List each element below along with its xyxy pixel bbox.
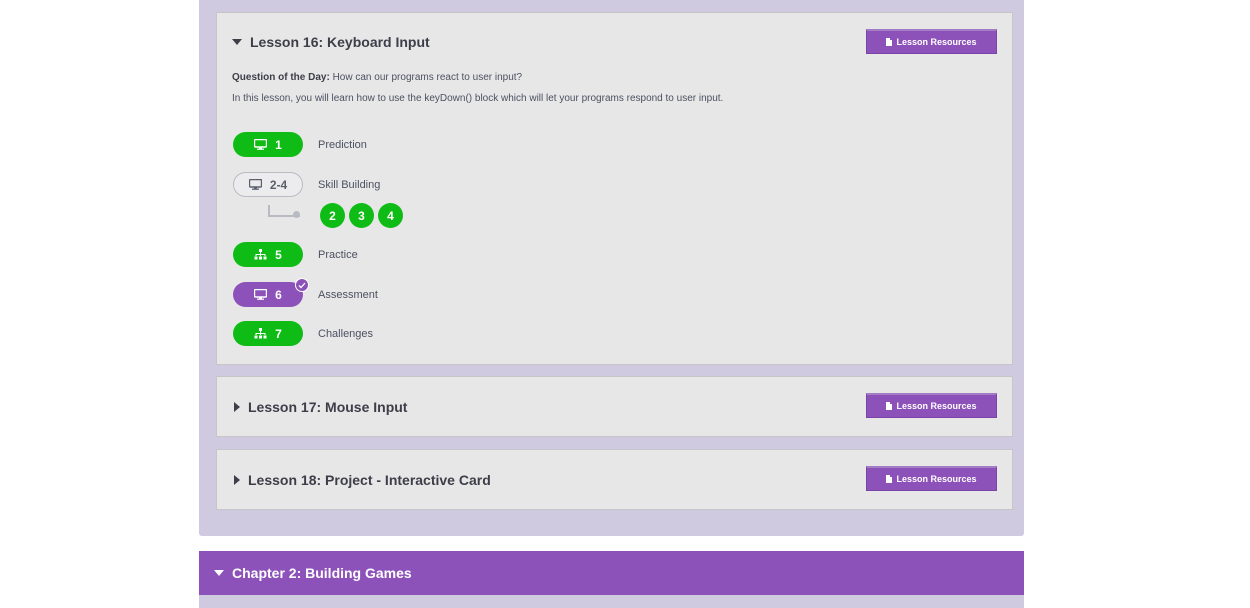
- qotd-label: Question of the Day:: [232, 72, 330, 83]
- lesson-17-title: Lesson 17: Mouse Input: [248, 399, 408, 415]
- document-icon: [886, 402, 893, 410]
- level-bubble-7[interactable]: 7: [233, 321, 303, 346]
- lesson-17-card: Lesson 17: Mouse Input Lesson Resources: [216, 376, 1013, 437]
- computer-icon: [254, 289, 268, 300]
- lesson-18-title: Lesson 18: Project - Interactive Card: [248, 472, 491, 488]
- hierarchy-icon: [254, 328, 267, 339]
- level-row-6: 6 Assessment: [233, 278, 378, 307]
- level-row-2-4: 2-4 Skill Building: [233, 172, 380, 197]
- level-group-bubble[interactable]: 2-4: [233, 172, 303, 197]
- lesson-18-resources-button[interactable]: Lesson Resources: [866, 466, 997, 491]
- level-bubble-5[interactable]: 5: [233, 242, 303, 267]
- lesson-16-header[interactable]: Lesson 16: Keyboard Input: [232, 34, 430, 50]
- lesson-17-header[interactable]: Lesson 17: Mouse Input: [232, 399, 407, 415]
- check-icon: [295, 278, 309, 292]
- document-icon: [886, 475, 893, 483]
- sublevel-bubbles: 2 3 4: [320, 203, 403, 228]
- level-name[interactable]: Practice: [318, 249, 358, 261]
- level-name[interactable]: Skill Building: [318, 179, 380, 191]
- level-name[interactable]: Challenges: [318, 328, 373, 340]
- level-row-5: 5 Practice: [233, 242, 358, 267]
- level-number: 1: [275, 137, 282, 152]
- lesson-resources-label: Lesson Resources: [896, 37, 977, 47]
- caret-right-icon: [234, 475, 240, 485]
- sublevel-bubble-3[interactable]: 3: [349, 203, 374, 228]
- level-row-1: 1 Prediction: [233, 132, 367, 157]
- level-bubble-6[interactable]: 6: [233, 278, 309, 307]
- chapter-1-panel: Lesson 16: Keyboard Input Lesson Resourc…: [199, 0, 1024, 536]
- chapter-2-title: Chapter 2: Building Games: [232, 565, 412, 581]
- computer-icon: [254, 139, 268, 150]
- level-number: 6: [275, 287, 282, 302]
- lesson-16-resources-button[interactable]: Lesson Resources: [866, 29, 997, 54]
- level-name[interactable]: Assessment: [318, 289, 378, 301]
- lesson-16-card: Lesson 16: Keyboard Input Lesson Resourc…: [216, 12, 1013, 365]
- sublevel-bubble-2[interactable]: 2: [320, 203, 345, 228]
- document-icon: [886, 38, 893, 46]
- computer-icon: [248, 179, 262, 190]
- chapter-2-panel: [199, 595, 1024, 608]
- lesson-resources-label: Lesson Resources: [896, 474, 977, 484]
- level-bubble-1[interactable]: 1: [233, 132, 303, 157]
- lesson-16-title: Lesson 16: Keyboard Input: [250, 34, 430, 50]
- sublevel-bubble-4[interactable]: 4: [378, 203, 403, 228]
- lesson-resources-label: Lesson Resources: [896, 401, 977, 411]
- question-of-the-day: Question of the Day: How can our program…: [232, 72, 522, 83]
- lesson-18-card: Lesson 18: Project - Interactive Card Le…: [216, 449, 1013, 510]
- lesson-description: In this lesson, you will learn how to us…: [232, 93, 724, 104]
- lesson-17-resources-button[interactable]: Lesson Resources: [866, 393, 997, 418]
- caret-down-icon: [214, 570, 224, 576]
- level-name[interactable]: Prediction: [318, 139, 367, 151]
- chapter-2-header[interactable]: Chapter 2: Building Games: [199, 551, 1024, 595]
- level-number: 7: [275, 326, 282, 341]
- level-number: 2-4: [269, 177, 288, 192]
- level-number: 5: [275, 247, 282, 262]
- level-row-7: 7 Challenges: [233, 321, 373, 346]
- hierarchy-icon: [254, 249, 267, 260]
- lesson-18-header[interactable]: Lesson 18: Project - Interactive Card: [232, 472, 491, 488]
- qotd-text: How can our programs react to user input…: [329, 72, 523, 83]
- caret-right-icon: [234, 402, 240, 412]
- sublevel-connector-dot: [293, 211, 300, 218]
- caret-down-icon: [232, 39, 242, 45]
